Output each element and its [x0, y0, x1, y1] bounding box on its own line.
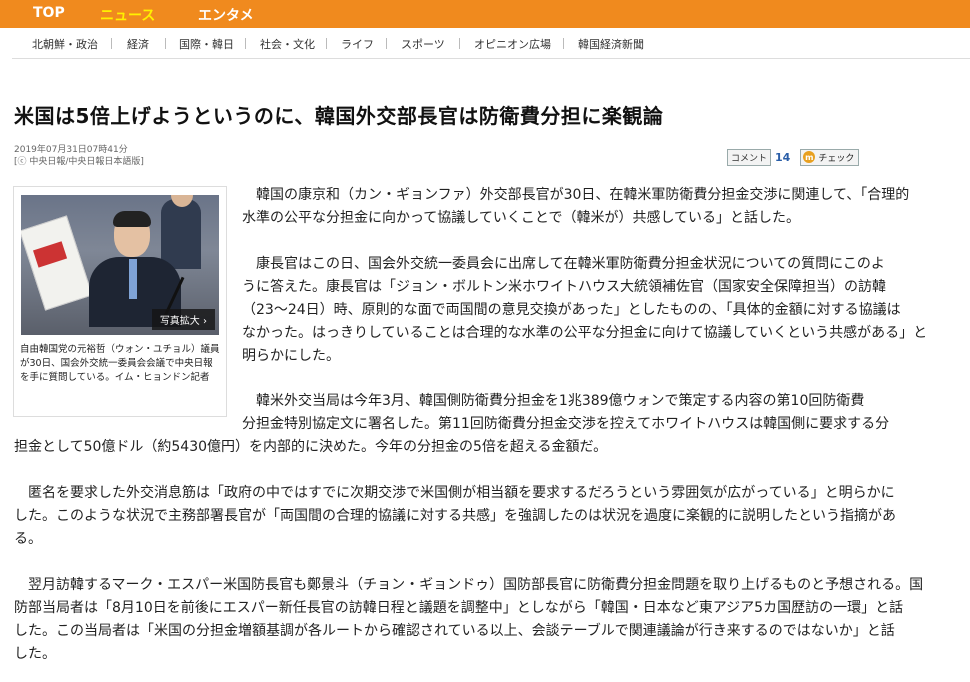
- check-icon: m: [803, 151, 816, 163]
- subnav-society[interactable]: 社会・文化: [260, 36, 315, 52]
- subnav-opinion[interactable]: オピニオン広場: [474, 36, 551, 52]
- subnav-divider: [111, 38, 112, 49]
- subnav-korea-economy[interactable]: 韓国経済新聞: [578, 36, 644, 52]
- subnav-sports[interactable]: スポーツ: [401, 36, 445, 52]
- check-button[interactable]: m チェック: [800, 148, 860, 166]
- article-paragraph-4: 匿名を要求した外交消息筋は「政府の中ではすでに次期交渉で米国側が相当額を要求する…: [14, 485, 896, 547]
- top-nav: TOP ニュース エンタメ: [0, 0, 970, 28]
- nav-news[interactable]: ニュース: [100, 5, 155, 25]
- article-paragraph-3-continued: 担金として50億ドル（約5430億円）を内部的に決めた。今年の分担金の5倍を超え…: [14, 439, 608, 455]
- article-actions: コメント 14 m チェック: [727, 148, 860, 166]
- photo-newspaper: [21, 215, 93, 311]
- sub-nav: 北朝鮮・政治 経済 国際・韓日 社会・文化 ライフ スポーツ オピニオン広場 韓…: [12, 28, 970, 59]
- subnav-divider: [245, 38, 246, 49]
- subnav-divider: [386, 38, 387, 49]
- article-paragraph-3: 韓米外交当局は今年3月、韓国側防衛費分担金を1兆389億ウォンで策定する内容の第…: [242, 393, 890, 432]
- subnav-divider: [459, 38, 460, 49]
- article-paragraph-2: 康長官はこの日、国会外交統一委員会に出席して在韓米軍防衛費分担金状況についての質…: [242, 256, 928, 364]
- comment-button[interactable]: コメント: [727, 148, 772, 166]
- article-paragraph-5: 翌月訪韓するマーク・エスパー米国防長官も鄭景斗（チョン・ギョンドゥ）国防部長官に…: [14, 577, 924, 662]
- photo-box: 写真拡大 › 自由韓国党の元裕哲（ウォン・ユチョル）議員が30日、国会外交統一委…: [13, 186, 227, 417]
- check-label: チェック: [818, 153, 855, 164]
- article-photo[interactable]: 写真拡大 ›: [21, 195, 219, 335]
- comment-count[interactable]: 14: [775, 151, 790, 164]
- enlarge-photo-button[interactable]: 写真拡大 ›: [151, 309, 215, 330]
- article-source: [ⓒ 中央日報/中央日報日本語版]: [14, 157, 144, 167]
- subnav-politics[interactable]: 北朝鮮・政治: [32, 36, 98, 52]
- subnav-economy[interactable]: 経済: [127, 36, 149, 52]
- nav-top[interactable]: TOP: [33, 5, 65, 21]
- article-paragraph-1: 韓国の康京和（カン・ギョンファ）外交部長官が30日、在韓米軍防衛費分担金交渉に関…: [242, 187, 910, 226]
- subnav-life[interactable]: ライフ: [341, 36, 374, 52]
- subnav-divider: [326, 38, 327, 49]
- subnav-international[interactable]: 国際・韓日: [179, 36, 234, 52]
- subnav-divider: [165, 38, 166, 49]
- nav-entertainment[interactable]: エンタメ: [198, 5, 254, 25]
- article-title: 米国は5倍上げようというのに、韓国外交部長官は防衛費分担に楽観論: [14, 104, 664, 128]
- subnav-divider: [563, 38, 564, 49]
- photo-caption: 自由韓国党の元裕哲（ウォン・ユチョル）議員が30日、国会外交統一委員会会議で中央…: [20, 344, 220, 383]
